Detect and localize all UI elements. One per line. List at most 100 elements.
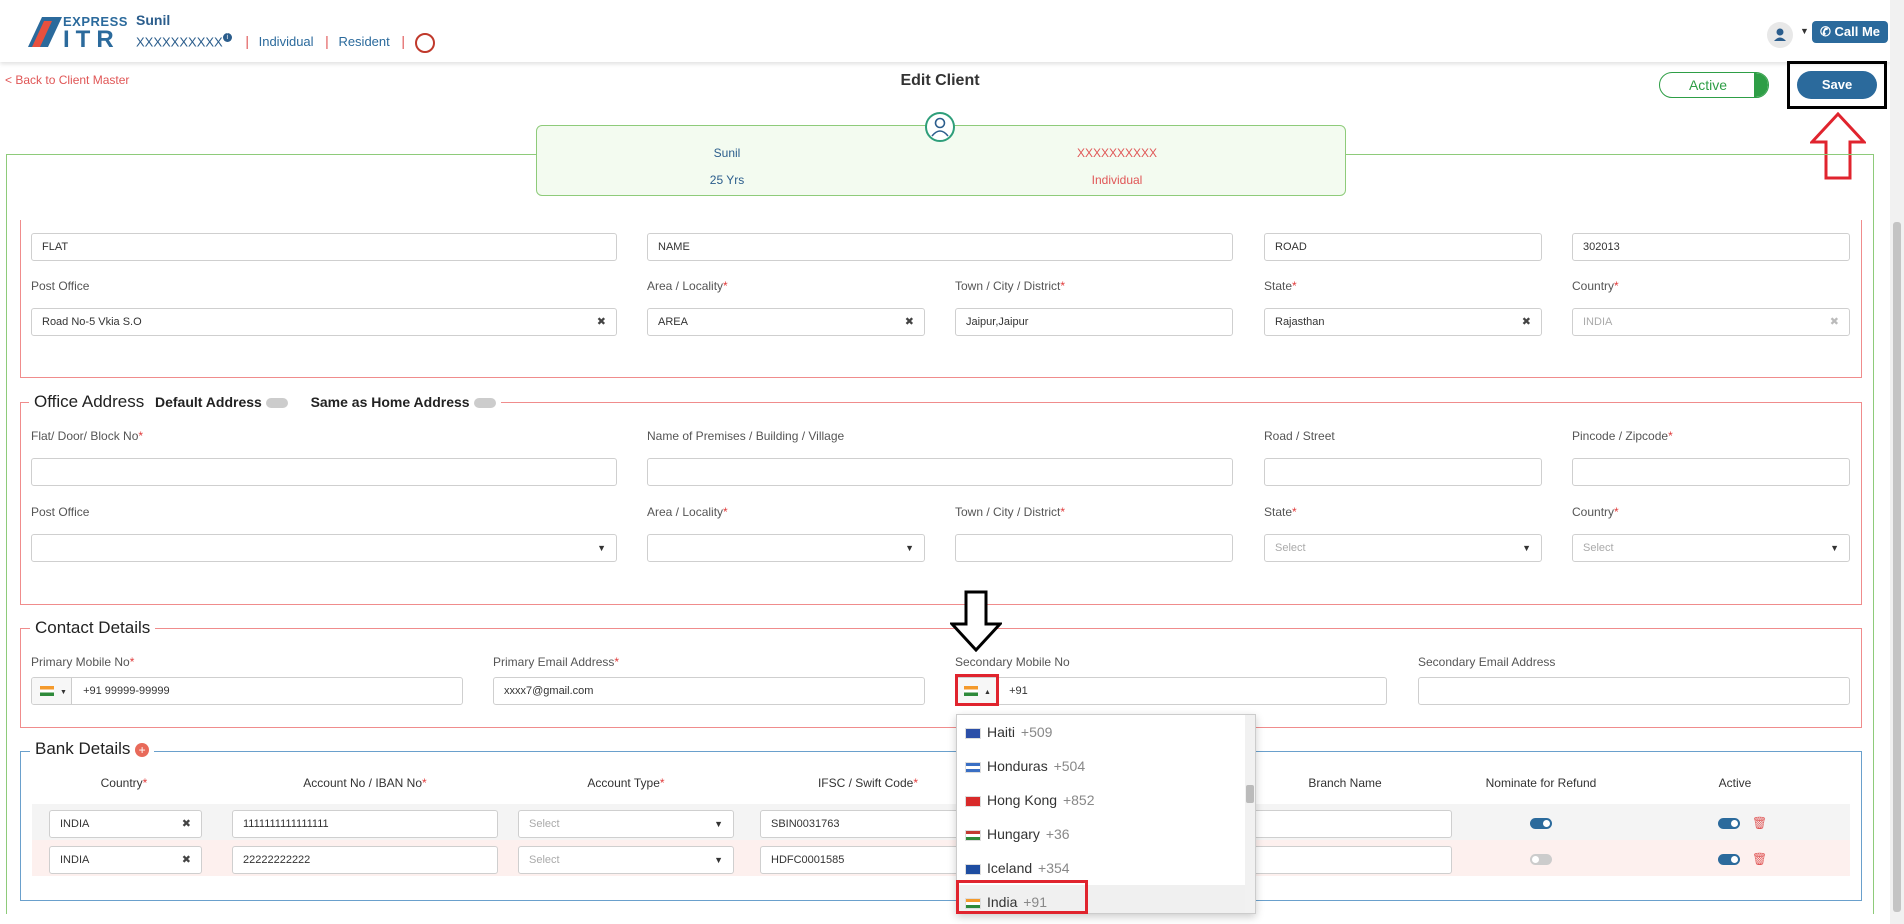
- bank-row2-ifsc[interactable]: HDFC0001585: [760, 846, 960, 874]
- country-option-hungary[interactable]: Hungary +36: [957, 817, 1247, 851]
- summary-age: 25 Yrs: [709, 173, 745, 187]
- bank-row2-country[interactable]: INDIA ✖: [49, 846, 202, 874]
- clear-icon[interactable]: ✖: [905, 309, 914, 335]
- clear-icon[interactable]: ✖: [182, 811, 191, 837]
- office-post-office-select[interactable]: ▼: [31, 534, 617, 562]
- same-as-home-label: Same as Home Address: [310, 394, 470, 410]
- profile-icon: [925, 112, 955, 142]
- country-code-selector[interactable]: ▼: [32, 678, 72, 704]
- bank-row1-account[interactable]: 1111111111111111: [232, 810, 498, 838]
- secondary-mobile-input[interactable]: ▲ +91: [955, 677, 1387, 705]
- bank-row1-branch[interactable]: [1230, 810, 1452, 838]
- office-post-office-label: Post Office: [31, 505, 90, 519]
- home-post-office-select[interactable]: Road No-5 Vkia S.O ✖: [31, 308, 617, 336]
- back-to-client-master-link[interactable]: < Back to Client Master: [5, 73, 129, 87]
- honduras-flag-icon: [965, 761, 981, 773]
- bank-row1-ifsc[interactable]: SBIN0031763: [760, 810, 960, 838]
- bank-row1-nominate-toggle[interactable]: [1530, 818, 1552, 829]
- bank-row2-branch[interactable]: [1230, 846, 1452, 874]
- phone-icon: ✆: [1819, 24, 1831, 39]
- same-as-home-toggle[interactable]: [473, 397, 496, 408]
- status-toggle[interactable]: Active: [1659, 72, 1769, 98]
- india-flag-icon: [40, 686, 54, 697]
- status-label: Active: [1688, 77, 1728, 93]
- home-town-label: Town / City / District*: [955, 279, 1066, 293]
- office-pincode-input[interactable]: [1572, 458, 1850, 486]
- home-post-office-label: Post Office: [31, 279, 90, 293]
- india-option-highlight-box: [956, 880, 1088, 914]
- express-itr-logo[interactable]: EXPRESS ITR: [28, 14, 127, 53]
- primary-email-input[interactable]: xxxx7@gmail.com: [493, 677, 925, 705]
- trash-icon[interactable]: 🗑: [1752, 816, 1767, 830]
- trash-icon[interactable]: 🗑: [1752, 852, 1767, 866]
- office-state-select[interactable]: Select ▼: [1264, 534, 1542, 562]
- iceland-flag-icon: [965, 863, 981, 875]
- home-area-select[interactable]: AREA ✖: [647, 308, 925, 336]
- bank-row2-nominate-toggle[interactable]: [1530, 854, 1552, 865]
- caret-down-icon: ▼: [1522, 543, 1531, 553]
- dropdown-scroll-thumb[interactable]: [1246, 785, 1254, 803]
- home-flat-input[interactable]: FLAT: [31, 233, 617, 261]
- call-me-button[interactable]: ✆ Call Me: [1812, 21, 1888, 43]
- status-toggle-knob: [1754, 73, 1768, 97]
- home-country-label: Country*: [1572, 279, 1619, 293]
- top-bar: EXPRESS ITR Sunil XXXXXXXXXX i | Individu…: [0, 0, 1890, 62]
- user-name: Sunil: [136, 12, 171, 28]
- office-address-title: Office Address: [34, 392, 145, 411]
- hungary-flag-icon: [965, 829, 981, 841]
- user-icon: [1774, 28, 1786, 41]
- page-scroll-thumb[interactable]: [1893, 222, 1901, 912]
- home-road-input[interactable]: ROAD: [1264, 233, 1542, 261]
- caret-down-icon: ▼: [60, 689, 67, 696]
- logo-text-itr: ITR: [63, 26, 120, 53]
- secondary-mobile-value: +91: [1009, 685, 1028, 697]
- country-option-hong-kong[interactable]: Hong Kong +852: [957, 783, 1247, 817]
- bank-row1-type[interactable]: Select ▼: [518, 810, 734, 838]
- bank-row2-active-toggle[interactable]: [1718, 854, 1740, 865]
- country-option-haiti[interactable]: Haiti +509: [957, 715, 1247, 749]
- home-state-select[interactable]: Rajasthan ✖: [1264, 308, 1542, 336]
- office-premises-input[interactable]: [647, 458, 1233, 486]
- home-country-select: INDIA ✖: [1572, 308, 1850, 336]
- secondary-mobile-label: Secondary Mobile No: [955, 655, 1070, 669]
- caret-down-icon: ▼: [714, 855, 723, 865]
- add-bank-icon[interactable]: +: [135, 742, 150, 757]
- clear-icon[interactable]: ✖: [1522, 309, 1531, 335]
- save-button[interactable]: Save: [1797, 71, 1877, 99]
- office-town-input[interactable]: [955, 534, 1233, 562]
- bank-col-account: Account No / IBAN No*: [303, 776, 427, 790]
- office-area-select[interactable]: ▼: [647, 534, 925, 562]
- user-info-line: XXXXXXXXXX i | Individual | Resident |: [136, 33, 435, 53]
- office-road-input[interactable]: [1264, 458, 1542, 486]
- page-title: Edit Client: [900, 72, 980, 89]
- caret-down-icon: ▼: [905, 543, 914, 553]
- dropdown-scrollbar[interactable]: [1245, 715, 1255, 913]
- call-me-label: Call Me: [1834, 24, 1881, 39]
- clear-icon[interactable]: ✖: [597, 309, 606, 335]
- haiti-flag-icon: [965, 727, 981, 739]
- primary-mobile-input[interactable]: ▼ +91 99999-99999: [31, 677, 463, 705]
- bank-row2-account[interactable]: 22222222222: [232, 846, 498, 874]
- bank-col-country: Country*: [100, 776, 148, 790]
- office-flat-input[interactable]: [31, 458, 617, 486]
- arrow-down-annotation-icon: [950, 590, 1002, 652]
- user-residency: Resident: [338, 34, 390, 50]
- caret-down-icon: ▼: [714, 819, 723, 829]
- clear-icon[interactable]: ✖: [182, 847, 191, 873]
- chevron-down-icon[interactable]: ▼: [1800, 26, 1809, 36]
- bank-row2-type[interactable]: Select ▼: [518, 846, 734, 874]
- default-address-toggle[interactable]: [265, 397, 288, 408]
- home-pincode-input[interactable]: 302013: [1572, 233, 1850, 261]
- home-town-input[interactable]: Jaipur,Jaipur: [955, 308, 1233, 336]
- secondary-email-input[interactable]: [1418, 677, 1850, 705]
- primary-email-label: Primary Email Address*: [493, 655, 620, 669]
- user-avatar-button[interactable]: [1767, 22, 1793, 48]
- bank-row1-country[interactable]: INDIA ✖: [49, 810, 202, 838]
- office-state-label: State*: [1264, 505, 1297, 519]
- office-country-select[interactable]: Select ▼: [1572, 534, 1850, 562]
- home-premises-input[interactable]: NAME: [647, 233, 1233, 261]
- country-code-highlight-box: [955, 674, 999, 706]
- info-icon[interactable]: i: [222, 33, 232, 42]
- country-option-honduras[interactable]: Honduras +504: [957, 749, 1247, 783]
- bank-row1-active-toggle[interactable]: [1718, 818, 1740, 829]
